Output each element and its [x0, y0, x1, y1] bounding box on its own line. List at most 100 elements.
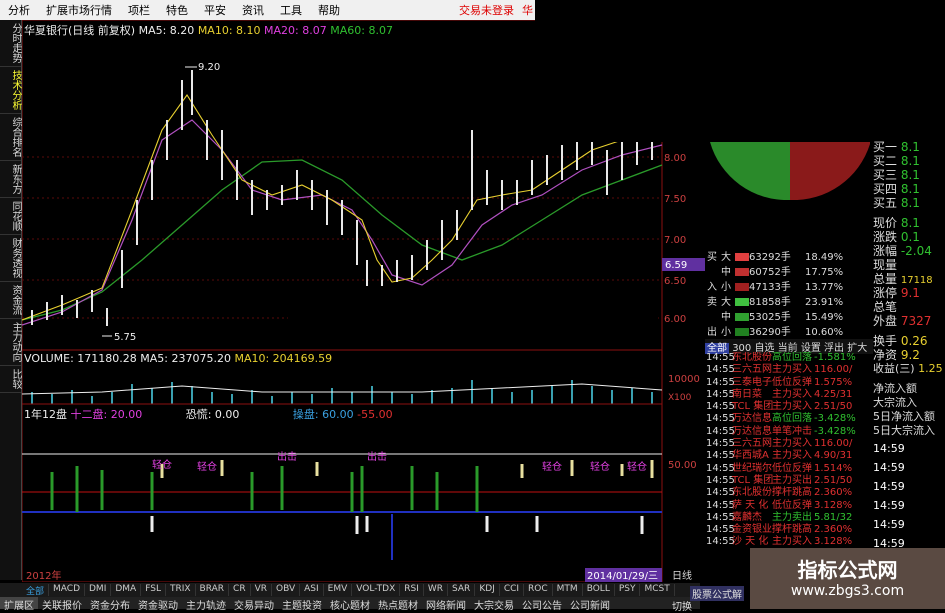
extension-tab[interactable]: 主力轨迹 [182, 597, 230, 612]
y-tick: 7.00 [664, 235, 686, 246]
indicator-tabs: 全部 MACD DMI DMA FSL TRIX BRAR CR VR OBV ASI EMV VOL-… [22, 584, 675, 597]
y-tick: 7.50 [664, 194, 686, 205]
ticker-row[interactable]: 14:55世纪瑞尔低位反弹 1.514% [706, 463, 872, 475]
menu-item-help[interactable]: 帮助 [310, 2, 348, 18]
ticker-cell: 三泰电子 [732, 376, 772, 388]
ticker-cell: 14:55 [706, 438, 735, 450]
indicator-tab[interactable]: BOLL [583, 584, 615, 596]
ticker-cell: 主力买入 [772, 438, 812, 450]
indicator-tab[interactable]: EMV [324, 584, 353, 596]
ind-label: 出击 [277, 450, 297, 463]
ticker-cell: 4.90/31 [814, 450, 853, 462]
indicator-tab[interactable]: PSY [615, 584, 641, 596]
ticker-cell: 嘉麟杰 [732, 511, 762, 523]
ticker-row[interactable]: 14:55沙 天 化主力买入 3.128% [706, 536, 872, 548]
indicator-tab[interactable]: FSL [141, 584, 166, 596]
switch-label[interactable]: 切换 [672, 598, 692, 613]
menu-item-columns[interactable]: 项栏 [120, 2, 158, 18]
ticker-row[interactable]: 14:55萨 天 化低位反弹 3.128% [706, 500, 872, 512]
menu-item-tools[interactable]: 工具 [272, 2, 310, 18]
daily-label[interactable]: 日线 [672, 569, 692, 582]
indicator-tab[interactable]: RSI [400, 584, 424, 596]
tab-compare[interactable]: 比较 [0, 366, 21, 393]
login-status[interactable]: 交易未登录 [451, 2, 520, 18]
indicator-tab[interactable]: ASI [300, 584, 324, 596]
indicator-tab[interactable]: MTM [553, 584, 583, 596]
extension-tab[interactable]: 扩展区 [0, 597, 38, 612]
ticker-cell: 1.575% [814, 376, 853, 388]
dist-vol: 53025手 [749, 312, 791, 323]
extension-tab[interactable]: 网络新闻 [422, 597, 470, 612]
extension-tab[interactable]: 公司新闻 [566, 597, 614, 612]
indicator-header: 1年12盘 十二盘: 20.00 恐慌: 0.00 操盘: 60.00 -55.… [24, 406, 393, 422]
ticker-cell: 东北股份 [732, 352, 772, 363]
menu-item-features[interactable]: 特色 [158, 2, 196, 18]
ticker-cell: 三六五网 [732, 364, 772, 376]
extension-tab[interactable]: 主题投资 [278, 597, 326, 612]
ind-b: 恐慌: 0.00 [185, 408, 240, 421]
indicator-tab[interactable]: CCI [500, 584, 525, 596]
ind-label: 轻仓 [152, 458, 172, 471]
high-label: 9.20 [198, 62, 220, 73]
chart-header: 华夏银行(日线 前复权) MA5: 8.20 MA10: 8.10 MA20: … [24, 22, 393, 38]
dist-side: 入 [707, 282, 717, 293]
menu-item-market[interactable]: 扩展市场行情 [38, 2, 120, 18]
ticker-row[interactable]: 14:55三六五网主力买入 116.00/ [706, 364, 872, 376]
extension-tab[interactable]: 热点题材 [374, 597, 422, 612]
indicator-tab[interactable]: VOL-TDX [352, 584, 401, 596]
ticker-row[interactable]: 14:55TCL 集团主力买入 2.51/50 [706, 401, 872, 413]
extension-tab[interactable]: 关联报价 [38, 597, 86, 612]
ticker-row[interactable]: 14:55万达信息单笔冲击 -3.428% [706, 426, 872, 438]
ticker-cell: 14:55 [706, 376, 735, 388]
dist-side: 出 [707, 327, 717, 338]
menu-item-news[interactable]: 资讯 [234, 2, 272, 18]
indicator-tab[interactable]: DMA [111, 584, 142, 596]
ticker-cell: 14:55 [706, 462, 735, 474]
buy5-val: 8.1 [900, 196, 920, 210]
tab-capital[interactable]: 资金流 [0, 282, 21, 319]
indicator-tab[interactable]: WR [424, 584, 449, 596]
indicator-tab[interactable]: OBV [272, 584, 301, 596]
extension-tab[interactable]: 交易异动 [230, 597, 278, 612]
indicator-tab[interactable]: MACD [49, 584, 85, 596]
ticker-row[interactable]: 14:55三六五网主力买入 116.00/ [706, 438, 872, 450]
indicator-tab[interactable]: MCST [640, 584, 675, 596]
tab-main-force[interactable]: 主力动向 [0, 319, 21, 366]
vol-tick: 10000 [668, 374, 700, 385]
formula-label[interactable]: 股票公式解 [690, 586, 744, 601]
ticker-row[interactable]: 14:55东北股份高位回落 -1.581% [706, 352, 872, 364]
indicator-tab[interactable]: DMI [85, 584, 112, 596]
tab-technical[interactable]: 技术分析 [0, 67, 21, 114]
indicator-tab[interactable]: KDJ [475, 584, 500, 596]
ticker-row[interactable]: 14:55万达信息高位回落 -3.428% [706, 413, 872, 425]
tab-ranking[interactable]: 综合排名 [0, 114, 21, 161]
ticker-cell: 14:55 [706, 425, 735, 437]
extension-tab[interactable]: 资金驱动 [134, 597, 182, 612]
menu-item-analysis[interactable]: 分析 [0, 2, 38, 18]
extension-tab[interactable]: 大宗交易 [470, 597, 518, 612]
tab-finance[interactable]: 财务透视 [0, 235, 21, 282]
ticker-row[interactable]: 14:55东北股份撑杆跳高 2.360% [706, 487, 872, 499]
ticker-row[interactable]: 14:55金资银业撑杆跳高 2.360% [706, 524, 872, 536]
tab-new-east[interactable]: 新东方 [0, 161, 21, 198]
ticker-row[interactable]: 14:55南日菜 主力买入 4.25/31 [706, 389, 872, 401]
indicator-tab[interactable]: 全部 [22, 584, 50, 597]
indicator-tab[interactable]: VR [251, 584, 272, 596]
indicator-tab[interactable]: SAR [448, 584, 476, 596]
dist-pct: 18.49% [805, 252, 844, 263]
extension-tab[interactable]: 核心题材 [326, 597, 374, 612]
ticker-row[interactable]: 14:55TCL 集团主力买出 2.51/50 [706, 475, 872, 487]
tab-timeshare[interactable]: 分时走势 [0, 20, 21, 67]
indicator-tab[interactable]: ROC [524, 584, 553, 596]
tab-ths[interactable]: 同花顺 [0, 198, 21, 235]
indicator-tab[interactable]: TRIX [166, 584, 196, 596]
extension-tab[interactable]: 公司公告 [518, 597, 566, 612]
ticker-cell: 14:55 [706, 524, 735, 536]
ticker-row[interactable]: 14:55华西城A 主力买入 4.90/31 [706, 450, 872, 462]
extension-tab[interactable]: 资金分布 [86, 597, 134, 612]
indicator-tab[interactable]: CR [229, 584, 251, 596]
indicator-tab[interactable]: BRAR [196, 584, 230, 596]
ticker-row[interactable]: 14:55三泰电子低位反弹 1.575% [706, 377, 872, 389]
ticker-row[interactable]: 14:55嘉麟杰 主力卖出 5.81/32 [706, 512, 872, 524]
menu-item-pingan[interactable]: 平安 [196, 2, 234, 18]
